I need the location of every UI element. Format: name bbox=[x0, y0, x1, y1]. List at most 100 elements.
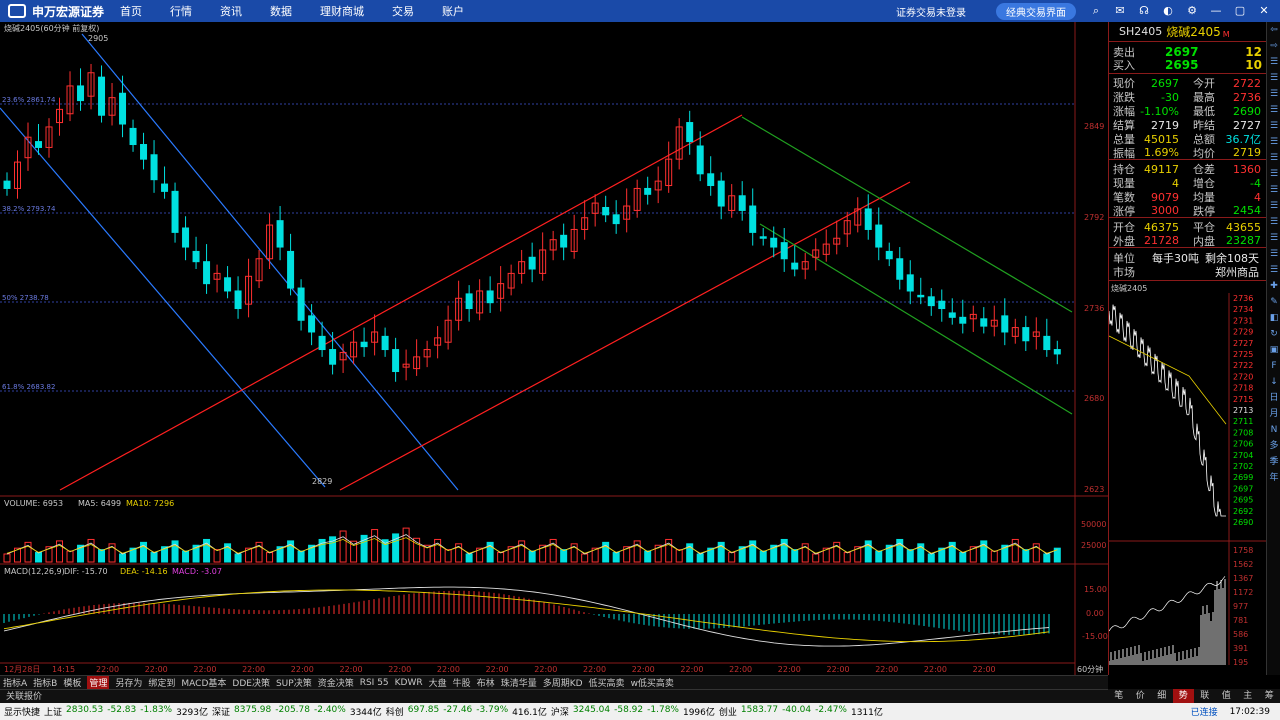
toolbar-icon[interactable]: ☰ bbox=[1267, 214, 1280, 230]
indicator-tab[interactable]: MACD基本 bbox=[181, 676, 226, 689]
indicator-tab[interactable]: 指标A bbox=[3, 676, 27, 689]
nav-data[interactable]: 数据 bbox=[270, 3, 292, 19]
toolbar-icon[interactable]: ↻ bbox=[1267, 326, 1280, 342]
indicator-tab[interactable]: 另存为 bbox=[115, 676, 142, 689]
indicator-tab[interactable]: 珠清华量 bbox=[501, 676, 537, 689]
search-icon[interactable]: ⌕ bbox=[1088, 4, 1104, 18]
volume-bar bbox=[402, 527, 410, 563]
red-channel-line[interactable] bbox=[59, 114, 743, 491]
kline-chart-area[interactable]: 烧碱2405(60分钟 前复权) 23.6% 2861.74 38.2% 279… bbox=[0, 22, 1108, 675]
nav-news[interactable]: 资讯 bbox=[220, 3, 242, 19]
toolbar-icon[interactable]: 多 bbox=[1267, 438, 1280, 454]
toolbar-icon[interactable]: ✎ bbox=[1267, 294, 1280, 310]
toolbar-icon[interactable]: ▣ bbox=[1267, 342, 1280, 358]
intraday-mini-chart[interactable]: 烧碱2405 273627342731272927272725272227202… bbox=[1108, 281, 1267, 667]
panel-tab[interactable]: 笔 bbox=[1108, 689, 1130, 703]
indicator-tab[interactable]: 低买高卖 bbox=[589, 676, 625, 689]
indicator-tab[interactable]: 资金决策 bbox=[318, 676, 354, 689]
red-channel-line[interactable] bbox=[339, 181, 911, 491]
toolbar-icon[interactable]: 日 bbox=[1267, 390, 1280, 406]
toolbar-icon[interactable]: ◧ bbox=[1267, 310, 1280, 326]
nav-mall[interactable]: 理财商城 bbox=[320, 3, 364, 19]
toolbar-icon[interactable]: ☰ bbox=[1267, 102, 1280, 118]
green-channel-line[interactable] bbox=[759, 223, 1073, 415]
link-quote-label[interactable]: 关联报价 bbox=[6, 692, 42, 702]
blue-channel-line[interactable] bbox=[0, 107, 326, 488]
indicator-tab[interactable]: RSI 55 bbox=[360, 678, 389, 688]
toolbar-icon[interactable]: ☰ bbox=[1267, 182, 1280, 198]
nav-home[interactable]: 首页 bbox=[120, 3, 142, 19]
indicator-tab[interactable]: 模板 bbox=[63, 676, 81, 689]
indicator-tab[interactable]: 布林 bbox=[477, 676, 495, 689]
toolbar-icon[interactable]: 月 bbox=[1267, 406, 1280, 422]
toolbar-icon[interactable]: ☰ bbox=[1267, 150, 1280, 166]
toolbar-icon[interactable]: ☰ bbox=[1267, 134, 1280, 150]
volume-label: VOLUME: 6953 bbox=[4, 499, 63, 508]
toolbar-icon[interactable]: ✚ bbox=[1267, 278, 1280, 294]
indicator-tab[interactable]: 牛股 bbox=[453, 676, 471, 689]
indicator-tab[interactable]: 指标B bbox=[33, 676, 57, 689]
bid-row[interactable]: 买入 2695 10 bbox=[1109, 58, 1266, 74]
panel-tab[interactable]: 联 bbox=[1194, 689, 1216, 703]
nav-trade[interactable]: 交易 bbox=[392, 3, 414, 19]
volume-bar bbox=[66, 550, 74, 563]
indicator-tab[interactable]: w低买高卖 bbox=[631, 676, 674, 689]
minimize-icon[interactable]: — bbox=[1208, 4, 1224, 18]
link-quote-bar[interactable]: 关联报价 bbox=[0, 689, 1108, 703]
panel-tab[interactable]: 势 bbox=[1172, 689, 1194, 703]
candle-body bbox=[171, 190, 179, 233]
skin-icon[interactable]: ◐ bbox=[1160, 4, 1176, 18]
toolbar-icon[interactable]: F bbox=[1267, 358, 1280, 374]
indicator-tab[interactable]: 多周期KD bbox=[543, 676, 583, 689]
login-status[interactable]: 证券交易未登录 bbox=[896, 4, 966, 19]
toolbar-icon[interactable]: ☰ bbox=[1267, 86, 1280, 102]
classic-trade-button[interactable]: 经典交易界面 bbox=[996, 2, 1076, 20]
indicator-tab[interactable]: KDWR bbox=[395, 678, 423, 688]
indicator-tab[interactable]: 绑定到 bbox=[148, 676, 175, 689]
panel-tab[interactable]: 主 bbox=[1237, 689, 1259, 703]
toolbar-icon[interactable]: ☰ bbox=[1267, 54, 1280, 70]
time-label: 22:00 bbox=[778, 665, 801, 674]
quote-field-value: 21728 bbox=[1144, 234, 1179, 247]
panel-tab[interactable]: 细 bbox=[1151, 689, 1173, 703]
toolbar-icon[interactable]: ⇦ bbox=[1267, 22, 1280, 38]
quick-toggle[interactable]: 显示快捷 bbox=[4, 705, 40, 718]
kline-chart[interactable]: 烧碱2405(60分钟 前复权) 23.6% 2861.74 38.2% 279… bbox=[0, 22, 1108, 675]
candle-body bbox=[560, 234, 568, 248]
toolbar-icon[interactable]: 季 bbox=[1267, 454, 1280, 470]
indicator-tab[interactable]: 管理 bbox=[87, 676, 110, 689]
toolbar-icon[interactable]: ☰ bbox=[1267, 118, 1280, 134]
indicator-tab[interactable]: 大盘 bbox=[429, 676, 447, 689]
toolbar-icon[interactable]: ☰ bbox=[1267, 70, 1280, 86]
candle-body bbox=[528, 256, 536, 270]
settings-icon[interactable]: ⚙ bbox=[1184, 4, 1200, 18]
trend-channels[interactable] bbox=[0, 33, 1073, 491]
toolbar-icon[interactable]: 年 bbox=[1267, 470, 1280, 486]
mini-volume-tick: 391 bbox=[1233, 644, 1248, 653]
toolbar-icon[interactable]: ☰ bbox=[1267, 166, 1280, 182]
headset-icon[interactable]: ☊ bbox=[1136, 4, 1152, 18]
maximize-icon[interactable]: ▢ bbox=[1232, 4, 1248, 18]
toolbar-icon[interactable]: ↓ bbox=[1267, 374, 1280, 390]
mini-price-tick: 2706 bbox=[1233, 440, 1253, 449]
toolbar-icon[interactable]: ⇨ bbox=[1267, 38, 1280, 54]
indicator-tab[interactable]: DDE决策 bbox=[232, 676, 270, 689]
quote-rows: 现价 2697 今开 2722 涨跌 -30 最高 2736 涨幅 -1.10% 最低 2690 结算 2… bbox=[1109, 76, 1266, 248]
panel-tab[interactable]: 价 bbox=[1130, 689, 1152, 703]
ticker-value: -1.83% bbox=[140, 705, 173, 715]
toolbar-icon[interactable]: ☰ bbox=[1267, 246, 1280, 262]
toolbar-icon[interactable]: ☰ bbox=[1267, 262, 1280, 278]
quote-row: 持仓 49117 仓差 1360 bbox=[1109, 162, 1266, 177]
period-label[interactable]: 60分钟 bbox=[1077, 664, 1103, 674]
panel-tab[interactable]: 值 bbox=[1216, 689, 1238, 703]
nav-quotes[interactable]: 行情 bbox=[170, 3, 192, 19]
volume-bar bbox=[465, 553, 473, 563]
message-icon[interactable]: ✉ bbox=[1112, 4, 1128, 18]
indicator-tab[interactable]: SUP决策 bbox=[276, 676, 312, 689]
close-icon[interactable]: ✕ bbox=[1256, 4, 1272, 18]
toolbar-icon[interactable]: ☰ bbox=[1267, 198, 1280, 214]
panel-tab[interactable]: 筹 bbox=[1259, 689, 1280, 703]
toolbar-icon[interactable]: ☰ bbox=[1267, 230, 1280, 246]
toolbar-icon[interactable]: N bbox=[1267, 422, 1280, 438]
nav-account[interactable]: 账户 bbox=[442, 3, 464, 19]
